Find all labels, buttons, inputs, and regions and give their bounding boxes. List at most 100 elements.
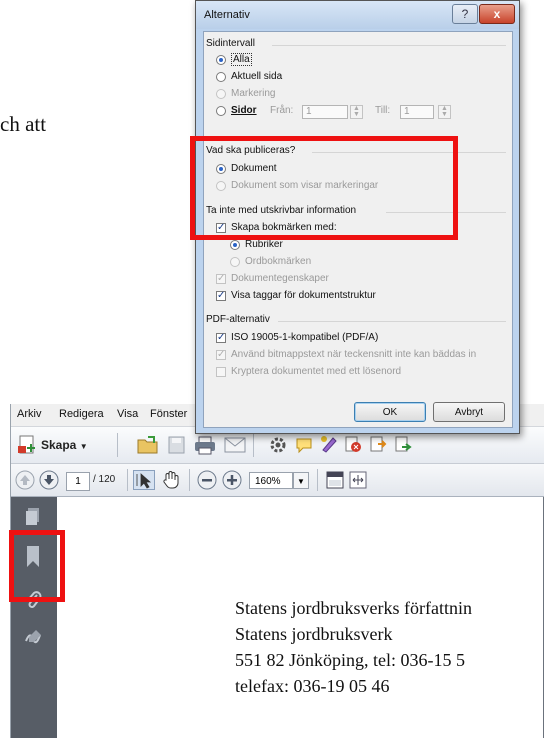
group-label: Sidintervall [206,38,255,49]
toolbar-separator [189,469,190,491]
navigation-pane [11,497,57,738]
hand-tool-icon[interactable] [161,470,181,495]
page-thumbnails-icon[interactable] [25,507,41,532]
navigation-toolbar: 1 / 120 160% ▼ [11,464,544,497]
radio-label: Markering [231,88,276,99]
page-number-input[interactable]: 1 [66,472,90,491]
radio-button[interactable] [216,72,226,82]
checkbox [216,367,226,377]
group-label: Vad ska publiceras? [206,145,296,156]
create-pdf-icon[interactable] [17,434,37,461]
page-line: telefax: 036-19 05 46 [235,676,390,696]
email-icon[interactable] [224,437,246,458]
zoom-dropdown-arrow-icon[interactable]: ▼ [293,472,309,489]
page-line: Statens jordbruksverks författnin [235,598,472,618]
page-text-block: Statens jordbruksverks författnin Staten… [235,595,472,699]
save-icon[interactable] [167,435,187,460]
group-nonprint: Ta inte med utskrivbar information [206,205,508,219]
cancel-button[interactable]: Avbryt [433,402,505,422]
menu-visa[interactable]: Visa [117,408,138,420]
radio-button [216,181,226,191]
toolbar-separator [317,469,318,491]
to-label: Till: [375,105,391,116]
group-label: Ta inte med utskrivbar information [206,205,357,216]
zoom-in-icon[interactable] [222,470,242,495]
radio-label: Dokument som visar markeringar [231,180,379,191]
help-button[interactable]: ? [452,4,478,24]
radio-button[interactable] [216,164,226,174]
radio-button [230,257,240,267]
checkbox: ✓ [216,349,226,360]
next-page-icon[interactable] [39,470,59,495]
fit-page-icon[interactable] [326,471,344,494]
menu-redigera[interactable]: Redigera [59,408,104,420]
open-folder-icon[interactable] [137,435,159,460]
radio-label: Alla [231,53,252,66]
checkbox-label: Skapa bokmärken med: [231,222,337,233]
radio-label: Dokument [231,163,277,174]
remove-file-icon[interactable] [344,435,362,458]
checkbox-label: Visa taggar för dokumentstruktur [231,290,376,301]
checkbox[interactable]: ✓ [216,223,226,233]
radio-button [216,89,226,99]
to-spinner-icon: ▲ ▼ [438,105,451,119]
options-dialog: Alternativ ? x Sidintervall Alla Aktuell… [195,0,520,434]
radio-button[interactable] [216,106,226,116]
checkbox[interactable]: ✓ [216,333,226,343]
send-file-icon[interactable] [394,435,412,458]
dialog-title: Alternativ [204,9,250,21]
to-page-input: 1 [400,105,434,119]
signatures-icon[interactable] [24,627,44,650]
attachments-paperclip-icon[interactable] [25,591,43,616]
radio-button[interactable] [216,55,226,65]
checkbox[interactable]: ✓ [216,291,226,301]
export-file-icon[interactable] [369,435,387,458]
ok-button[interactable]: OK [354,402,426,422]
from-page-input: 1 [302,105,348,119]
radio-label: Aktuell sida [231,71,283,82]
zoom-level-field[interactable]: 160% [249,472,293,489]
from-label: Från: [270,105,294,116]
radio-button[interactable] [230,240,240,250]
group-label: PDF-alternativ [206,314,270,325]
menu-fonster[interactable]: Fönster [150,408,187,420]
previous-page-icon[interactable] [15,470,35,495]
from-spinner-icon: ▲ ▼ [350,105,363,119]
group-publish: Vad ska publiceras? [206,145,508,159]
toolbar-separator [117,433,118,457]
page-line: Statens jordbruksverk [235,624,393,644]
print-icon[interactable] [194,435,216,460]
checkbox-label: ISO 19005-1-kompatibel (PDF/A) [231,332,379,343]
dialog-titlebar: Alternativ ? x [196,1,519,29]
group-divider [386,212,506,213]
dialog-body: Sidintervall Alla Aktuell sida Markering… [203,31,513,428]
help-icon: ? [461,7,469,21]
sign-pen-icon[interactable] [320,435,338,458]
bookmarks-icon[interactable] [25,545,41,574]
checkbox-label: Dokumentegenskaper [231,273,329,284]
page-total: / 120 [93,474,116,485]
group-divider [278,321,506,322]
menu-arkiv[interactable]: Arkiv [17,408,41,420]
checkbox-label: Kryptera dokumentet med ett lösenord [231,366,402,377]
group-sidintervall: Sidintervall [206,38,508,52]
background-document-text: ch att [0,112,47,136]
radio-sidor[interactable]: Sidor Från: 1 ▲ ▼ Till: 1 ▲ ▼ [216,105,506,119]
radio-label: Rubriker [245,239,283,250]
settings-gear-icon[interactable] [269,436,287,459]
create-button[interactable]: Skapa ▼ [41,438,88,452]
toolbar-separator [253,433,254,457]
select-cursor-icon[interactable] [133,470,155,490]
close-icon: x [493,7,501,21]
close-button[interactable]: x [479,4,515,24]
group-divider [312,152,506,153]
checkbox-label: Använd bitmappstext när teckensnitt inte… [231,349,477,360]
group-divider [272,45,506,46]
document-page: Statens jordbruksverks författnin Staten… [57,497,543,738]
page-line: 551 82 Jönköping, tel: 036-15 5 [235,650,465,670]
acrobat-window: Arkiv Redigera Visa Fönster Skapa ▼ 1 / … [10,404,544,738]
zoom-out-icon[interactable] [197,470,217,495]
comment-icon[interactable] [295,436,313,459]
create-label: Skapa [41,438,77,452]
full-screen-icon[interactable] [349,471,367,494]
